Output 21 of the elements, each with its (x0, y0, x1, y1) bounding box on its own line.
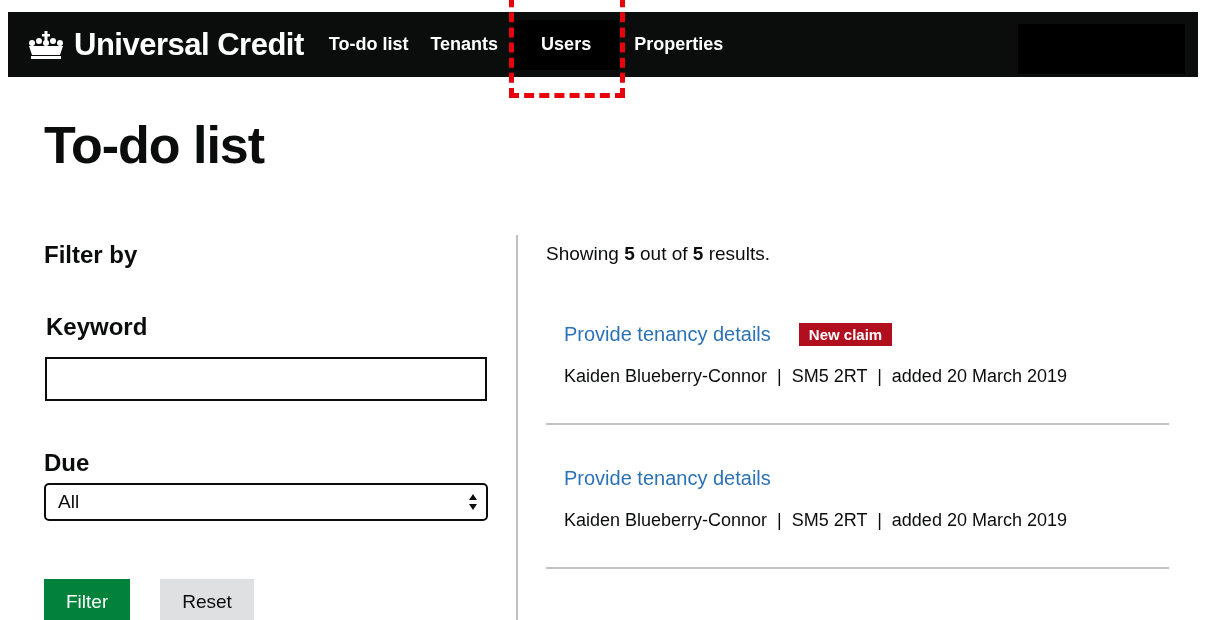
keyword-field[interactable] (45, 357, 487, 401)
updown-icon (468, 493, 478, 511)
task-details: Kaiden Blueberry-Connor | SM5 2RT | added 20 March 2019 (564, 510, 1068, 531)
status-tag: New claim (798, 323, 893, 346)
field-label: Due (44, 449, 91, 477)
task-link[interactable]: Provide tenancy details (564, 467, 771, 490)
filter-button[interactable]: Filter (44, 579, 131, 620)
nav-link[interactable]: To-do list (317, 19, 420, 70)
results-summary: Showing 5 out of 5 results. (546, 243, 771, 265)
nav-link[interactable]: Tenants (419, 19, 510, 70)
task-details: Kaiden Blueberry-Connor | SM5 2RT | added 20 March 2019 (564, 366, 1068, 387)
nav-link[interactable]: Properties (623, 19, 735, 70)
crown-icon (26, 29, 66, 60)
nav-link[interactable]: Users (513, 19, 620, 70)
filter-heading: Filter by (44, 241, 139, 269)
service-name[interactable]: Universal Credit (74, 26, 304, 63)
reset-button[interactable]: Reset (160, 579, 254, 620)
field-label: Keyword (46, 313, 149, 341)
task-link[interactable]: Provide tenancy details (564, 323, 771, 346)
due-select[interactable]: All (44, 483, 488, 521)
page-title: To-do list (44, 115, 266, 175)
